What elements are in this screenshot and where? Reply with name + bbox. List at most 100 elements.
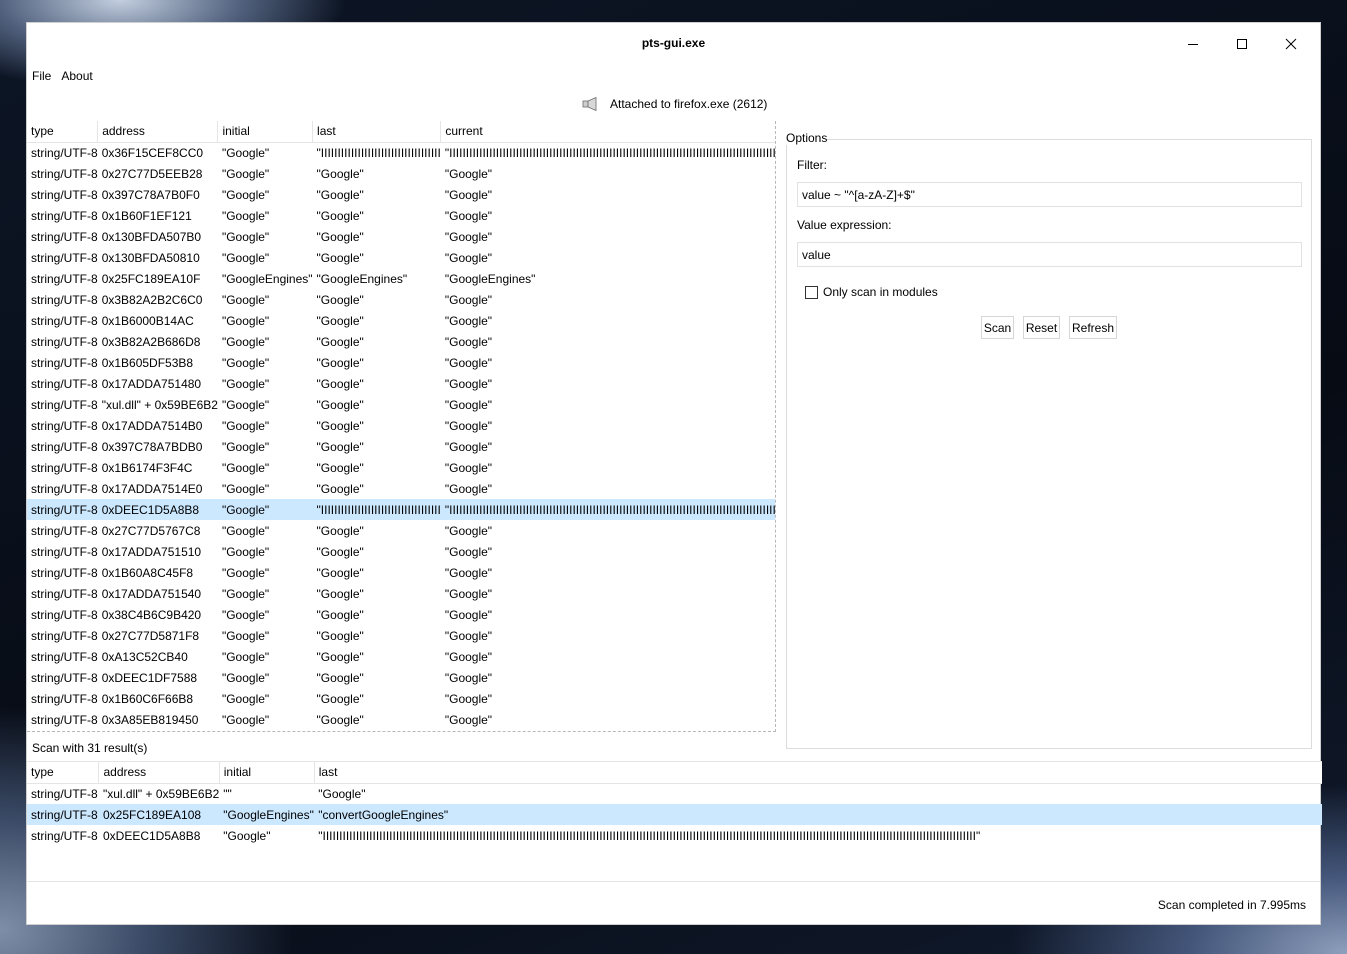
table-row[interactable]: string/UTF-8 0x25FC189EA10F "GoogleEngines… <box>27 268 775 289</box>
table-row[interactable]: string/UTF-8 0x130BFDA507B0 "Google" "Googl… <box>27 226 775 247</box>
menu-file[interactable]: File <box>32 69 51 83</box>
menu-about[interactable]: About <box>61 69 92 83</box>
table-cell: 0x27C77D5871F8 <box>101 628 200 643</box>
table-cell: 0xDEEC1D5A8B8 <box>97 499 218 520</box>
table-cell: "Google" <box>444 355 493 370</box>
table-cell: "Google" <box>316 628 364 643</box>
table-cell: string/UTF-8 <box>31 565 98 580</box>
results-table: type address initial last current string… <box>27 121 775 730</box>
table-row[interactable]: string/UTF-8 0x38C4B6C9B420 "Google" "Googl… <box>27 604 775 625</box>
only-modules-option[interactable]: Only scan in modules <box>805 285 938 299</box>
scan-button[interactable]: Scan <box>981 316 1014 339</box>
table-cell: 0x1B60A8C45F8 <box>101 565 194 580</box>
table-cell: 0x397C78A7B0F0 <box>101 187 200 202</box>
expression-input[interactable]: value <box>797 242 1302 267</box>
table-cell: "Google" <box>316 544 364 559</box>
table-row[interactable]: string/UTF-8 0x25FC189EA108 "GoogleEngines… <box>27 804 1322 825</box>
close-button[interactable] <box>1267 23 1315 64</box>
reset-button[interactable]: Reset <box>1023 316 1060 339</box>
table-cell: string/UTF-8 <box>31 649 98 664</box>
table-cell: "Google" <box>318 786 366 801</box>
minimize-button[interactable] <box>1169 23 1217 64</box>
table-cell: string/UTF-8 <box>31 376 98 391</box>
table-cell: "Google" <box>221 376 270 391</box>
table-cell: "xul.dll" + 0x59BE6B2 <box>101 397 218 412</box>
table-row[interactable]: string/UTF-8 0x17ADDA751480 "Google" "Googl… <box>27 373 775 394</box>
only-modules-checkbox[interactable] <box>805 285 818 299</box>
table-cell: "Google" <box>221 649 270 664</box>
table-cell: "Google" <box>316 250 364 265</box>
table-row[interactable]: string/UTF-8 0x27C77D5EEB28 "Google" "Googl… <box>27 163 775 184</box>
table-row[interactable]: string/UTF-8 0x397C78A7BDB0 "Google" "Googl… <box>27 436 775 457</box>
table-cell: "" <box>223 786 232 801</box>
table-cell: "Google" <box>444 418 493 433</box>
col-address[interactable]: address <box>97 121 219 143</box>
table-row[interactable]: string/UTF-8 0x1B6174F3F4C "Google" "Google… <box>27 457 775 478</box>
table-row[interactable]: string/UTF-8 0x17ADDA751540 "Google" "Googl… <box>27 583 775 604</box>
table-row[interactable]: string/UTF-8 "xul.dll" + 0x59BE6B2 "" "Goog… <box>27 783 1322 804</box>
col-type[interactable]: type <box>27 121 99 143</box>
col-last[interactable]: last <box>312 121 442 143</box>
table-cell: "Google" <box>316 418 364 433</box>
table-row[interactable]: string/UTF-8 0x27C77D5767C8 "Google" "Googl… <box>27 520 775 541</box>
table-cell: "Google" <box>444 565 493 580</box>
table-cell: "IIIIIIIIIIIIIIIIIIIIIIIIIIIIIIIIIIII <box>312 499 441 520</box>
attach-text: Attached to firefox.exe (2612) <box>610 97 768 111</box>
table-cell: "Google" <box>316 523 364 538</box>
changes-table: type address initial last string/UTF-8 "x… <box>27 762 1322 846</box>
col-current[interactable]: current <box>440 121 775 143</box>
col-type[interactable]: type <box>27 762 100 784</box>
filter-input[interactable]: value ~ "^[a-zA-Z]+$" <box>797 182 1302 207</box>
table-cell: "Google" <box>316 166 364 181</box>
table-row[interactable]: string/UTF-8 "xul.dll" + 0x59BE6B2 "Google… <box>27 394 775 415</box>
table-row[interactable]: string/UTF-8 0x17ADDA751510 "Google" "Googl… <box>27 541 775 562</box>
table-cell: string/UTF-8 <box>31 628 98 643</box>
table-row[interactable]: string/UTF-8 0x17ADDA7514B0 "Google" "Googl… <box>27 415 775 436</box>
table-cell: 0x1B60C6F66B8 <box>101 691 194 706</box>
table-row[interactable]: string/UTF-8 0x130BFDA50810 "Google" "Googl… <box>27 247 775 268</box>
refresh-button[interactable]: Refresh <box>1069 316 1117 339</box>
table-row[interactable]: string/UTF-8 0xA13C52CB40 "Google" "Google"… <box>27 646 775 667</box>
table-row[interactable]: string/UTF-8 0x3B82A2B686D8 "Google" "Googl… <box>27 331 775 352</box>
col-last[interactable]: last <box>314 762 1322 784</box>
table-row[interactable]: string/UTF-8 0x1B60A8C45F8 "Google" "Google… <box>27 562 775 583</box>
title-bar[interactable]: pts-gui.exe <box>27 23 1320 64</box>
table-cell: "Google" <box>316 460 364 475</box>
table-cell: 0x17ADDA751480 <box>101 376 202 391</box>
table-cell: "Google" <box>444 607 493 622</box>
table-cell: "Google" <box>223 828 271 843</box>
table-cell: 0x25FC189EA10F <box>101 271 201 286</box>
results-table-container[interactable]: type address initial last current string… <box>27 121 776 732</box>
table-cell: 0x25FC189EA108 <box>98 804 220 825</box>
changes-table-container[interactable]: type address initial last string/UTF-8 "x… <box>27 761 1322 881</box>
col-address[interactable]: address <box>98 762 220 784</box>
table-row[interactable]: string/UTF-8 0x3B82A2B2C6C0 "Google" "Googl… <box>27 289 775 310</box>
table-row[interactable]: string/UTF-8 0x1B605DF53B8 "Google" "Google… <box>27 352 775 373</box>
table-row[interactable]: string/UTF-8 0xDEEC1DF7588 "Google" "Google… <box>27 667 775 688</box>
table-row[interactable]: string/UTF-8 0x17ADDA7514E0 "Google" "Googl… <box>27 478 775 499</box>
menu-bar: File About <box>27 65 1320 87</box>
table-cell: string/UTF-8 <box>31 250 98 265</box>
table-row[interactable]: string/UTF-8 0x397C78A7B0F0 "Google" "Googl… <box>27 184 775 205</box>
table-row[interactable]: string/UTF-8 0x1B60C6F66B8 "Google" "Google… <box>27 688 775 709</box>
table-cell: "Google" <box>221 397 270 412</box>
table-row[interactable]: string/UTF-8 0xDEEC1D5A8B8 "Google" "IIIIII… <box>27 499 775 520</box>
table-cell: 0x36F15CEF8CC0 <box>101 145 204 160</box>
col-initial[interactable]: initial <box>217 121 314 143</box>
results-header-row: type address initial last current <box>27 121 775 143</box>
table-row[interactable]: string/UTF-8 0x36F15CEF8CC0 "Google" "IIIII… <box>27 142 775 163</box>
maximize-button[interactable] <box>1218 23 1266 64</box>
table-cell: "Google" <box>221 292 270 307</box>
table-cell: 0x27C77D5767C8 <box>101 523 201 538</box>
table-row[interactable]: string/UTF-8 0x27C77D5871F8 "Google" "Googl… <box>27 625 775 646</box>
table-row[interactable]: string/UTF-8 0x1B6000B14AC "Google" "Google… <box>27 310 775 331</box>
table-row[interactable]: string/UTF-8 0x3A85EB819450 "Google" "Googl… <box>27 709 775 730</box>
filter-label: Filter: <box>797 158 827 172</box>
col-initial[interactable]: initial <box>219 762 315 784</box>
table-row[interactable]: string/UTF-8 0xDEEC1D5A8B8 "Google" "IIIIII… <box>27 825 1322 846</box>
table-cell: "Google" <box>444 250 493 265</box>
table-cell: "GoogleEngines" <box>219 804 315 825</box>
table-cell: string/UTF-8 <box>31 523 98 538</box>
table-row[interactable]: string/UTF-8 0x1B60F1EF121 "Google" "Google… <box>27 205 775 226</box>
table-cell: "Google" <box>316 376 364 391</box>
